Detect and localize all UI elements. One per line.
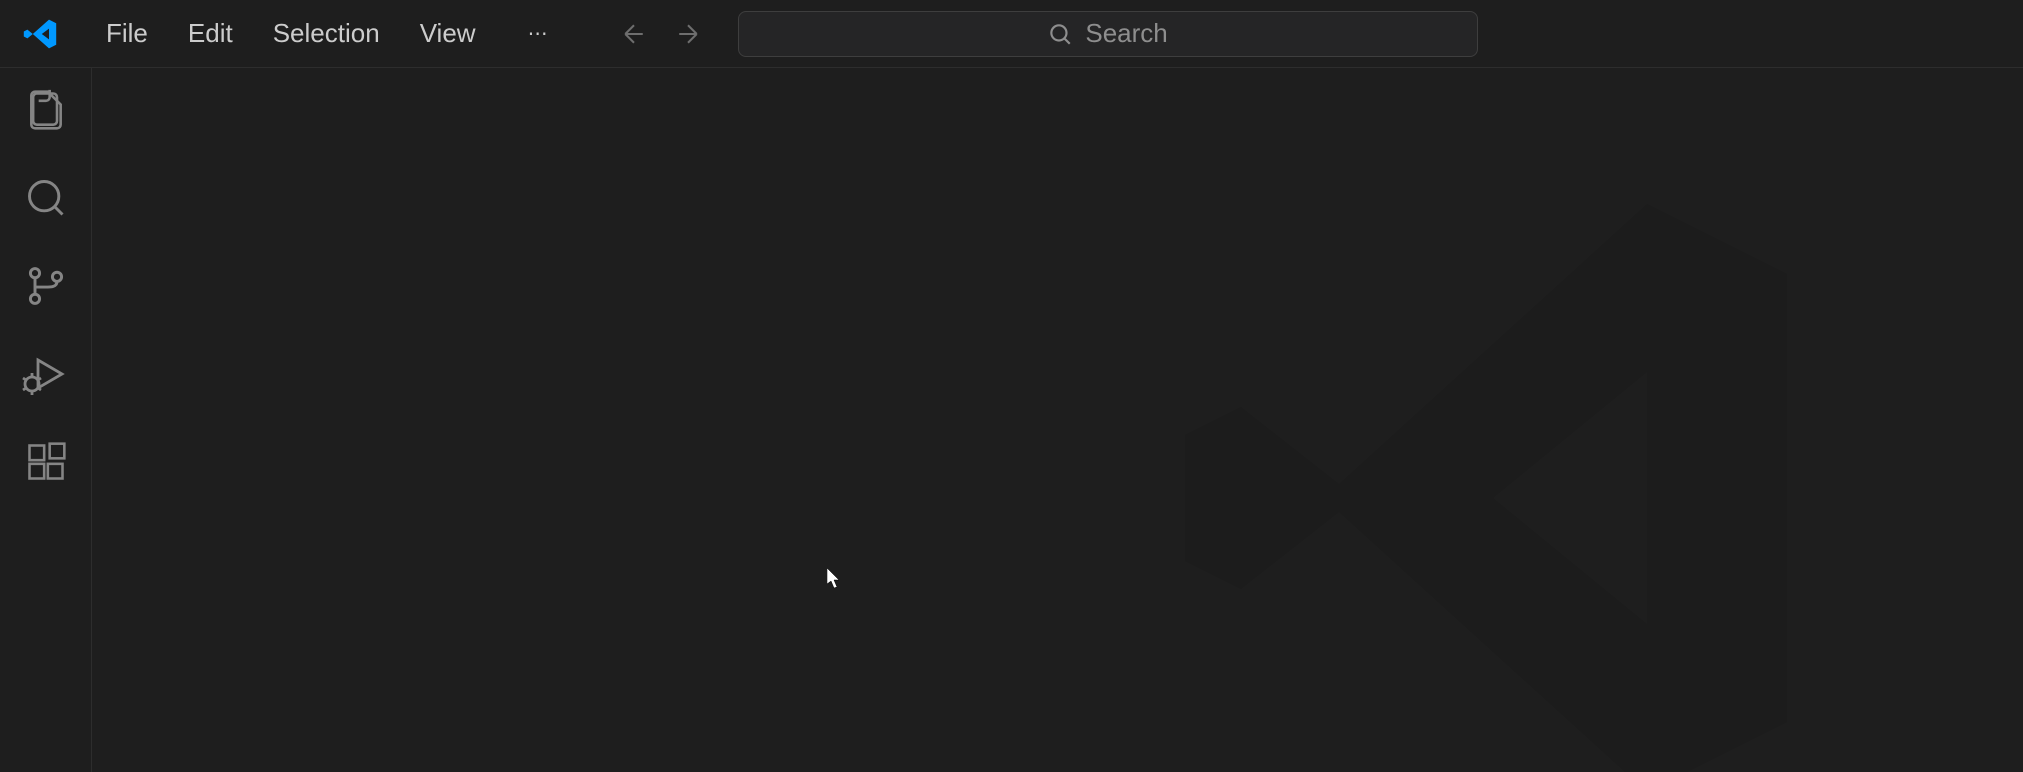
titlebar: File Edit Selection View ⋯ Search — [0, 0, 2023, 68]
editor-area — [92, 68, 2023, 772]
activity-extensions[interactable] — [22, 438, 70, 486]
debug-icon — [22, 350, 70, 398]
arrow-left-icon — [619, 19, 649, 49]
activity-bar — [0, 68, 92, 772]
activity-explorer[interactable] — [22, 86, 70, 134]
menu-overflow-icon[interactable]: ⋯ — [512, 13, 566, 54]
nav-buttons — [616, 16, 706, 52]
menu-edit[interactable]: Edit — [168, 10, 253, 57]
nav-forward-button[interactable] — [670, 16, 706, 52]
menu-file[interactable]: File — [86, 10, 168, 57]
menu-selection[interactable]: Selection — [253, 10, 400, 57]
search-placeholder: Search — [1085, 18, 1167, 49]
extensions-icon — [24, 440, 68, 484]
mouse-cursor-icon — [827, 568, 843, 590]
arrow-right-icon — [673, 19, 703, 49]
vscode-logo-icon — [22, 16, 58, 52]
vscode-watermark-icon — [1143, 148, 1843, 772]
main-area — [0, 68, 2023, 772]
activity-search[interactable] — [22, 174, 70, 222]
files-icon — [24, 88, 68, 132]
search-input[interactable]: Search — [738, 11, 1478, 57]
search-icon — [1047, 21, 1073, 47]
nav-back-button[interactable] — [616, 16, 652, 52]
search-icon — [24, 176, 68, 220]
menu-bar: File Edit Selection View ⋯ — [86, 10, 566, 57]
menu-view[interactable]: View — [400, 10, 496, 57]
git-branch-icon — [24, 264, 68, 308]
activity-source-control[interactable] — [22, 262, 70, 310]
activity-run-debug[interactable] — [22, 350, 70, 398]
